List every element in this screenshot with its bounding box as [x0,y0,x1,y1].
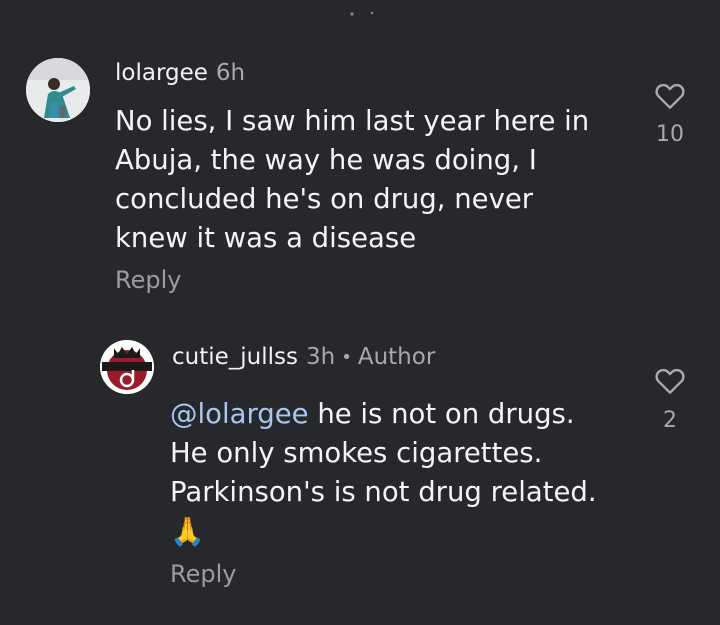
reply-button[interactable]: Reply [170,560,236,588]
comment-line: No lies, I saw him last year here in [115,105,590,137]
reply-button[interactable]: Reply [115,266,181,294]
username[interactable]: lolargee [115,60,208,86]
comment-lolargee: lolargee 6h No lies, I saw him last year … [0,0,720,320]
username[interactable]: cutie_jullss [172,344,298,370]
avatar-photo-icon [26,58,90,122]
comment-line-rest: he is not on drugs. [308,398,575,430]
comment-line: @lolargee he is not on drugs. [170,395,597,434]
avatar[interactable] [100,340,154,394]
author-badge: Author [357,344,436,370]
comment-line: concluded he's on drug, never [115,183,534,215]
comment-meta: lolargee 6h [115,60,245,86]
timestamp: 6h [215,60,246,86]
mention-link[interactable]: @lolargee [170,398,309,430]
comment-line: He only smokes cigarettes. [170,437,543,469]
comment-cutie-jullss: cutie_jullss 3h • Author @lolargee he is no… [0,320,720,625]
like-count: 2 [663,408,677,433]
avatar-logo-icon [100,340,154,394]
comment-text: No lies, I saw him last year here in Abu… [115,102,589,258]
heart-outline-icon[interactable] [654,80,686,110]
avatar[interactable] [26,58,90,122]
comment-text: @lolargee he is not on drugs. He only sm… [170,395,597,551]
heart-outline-icon[interactable] [654,365,686,395]
comment-line: knew it was a disease [115,222,417,254]
comment-line: Parkinson's is not drug related. [170,476,597,508]
meta-separator: • [341,347,352,368]
praying-hands-emoji: 🙏 [170,515,205,548]
comment-meta: cutie_jullss 3h • Author [172,344,435,370]
comment-line: Abuja, the way he was doing, I [115,144,537,176]
like-count: 10 [656,122,684,147]
timestamp: 3h [306,344,336,370]
